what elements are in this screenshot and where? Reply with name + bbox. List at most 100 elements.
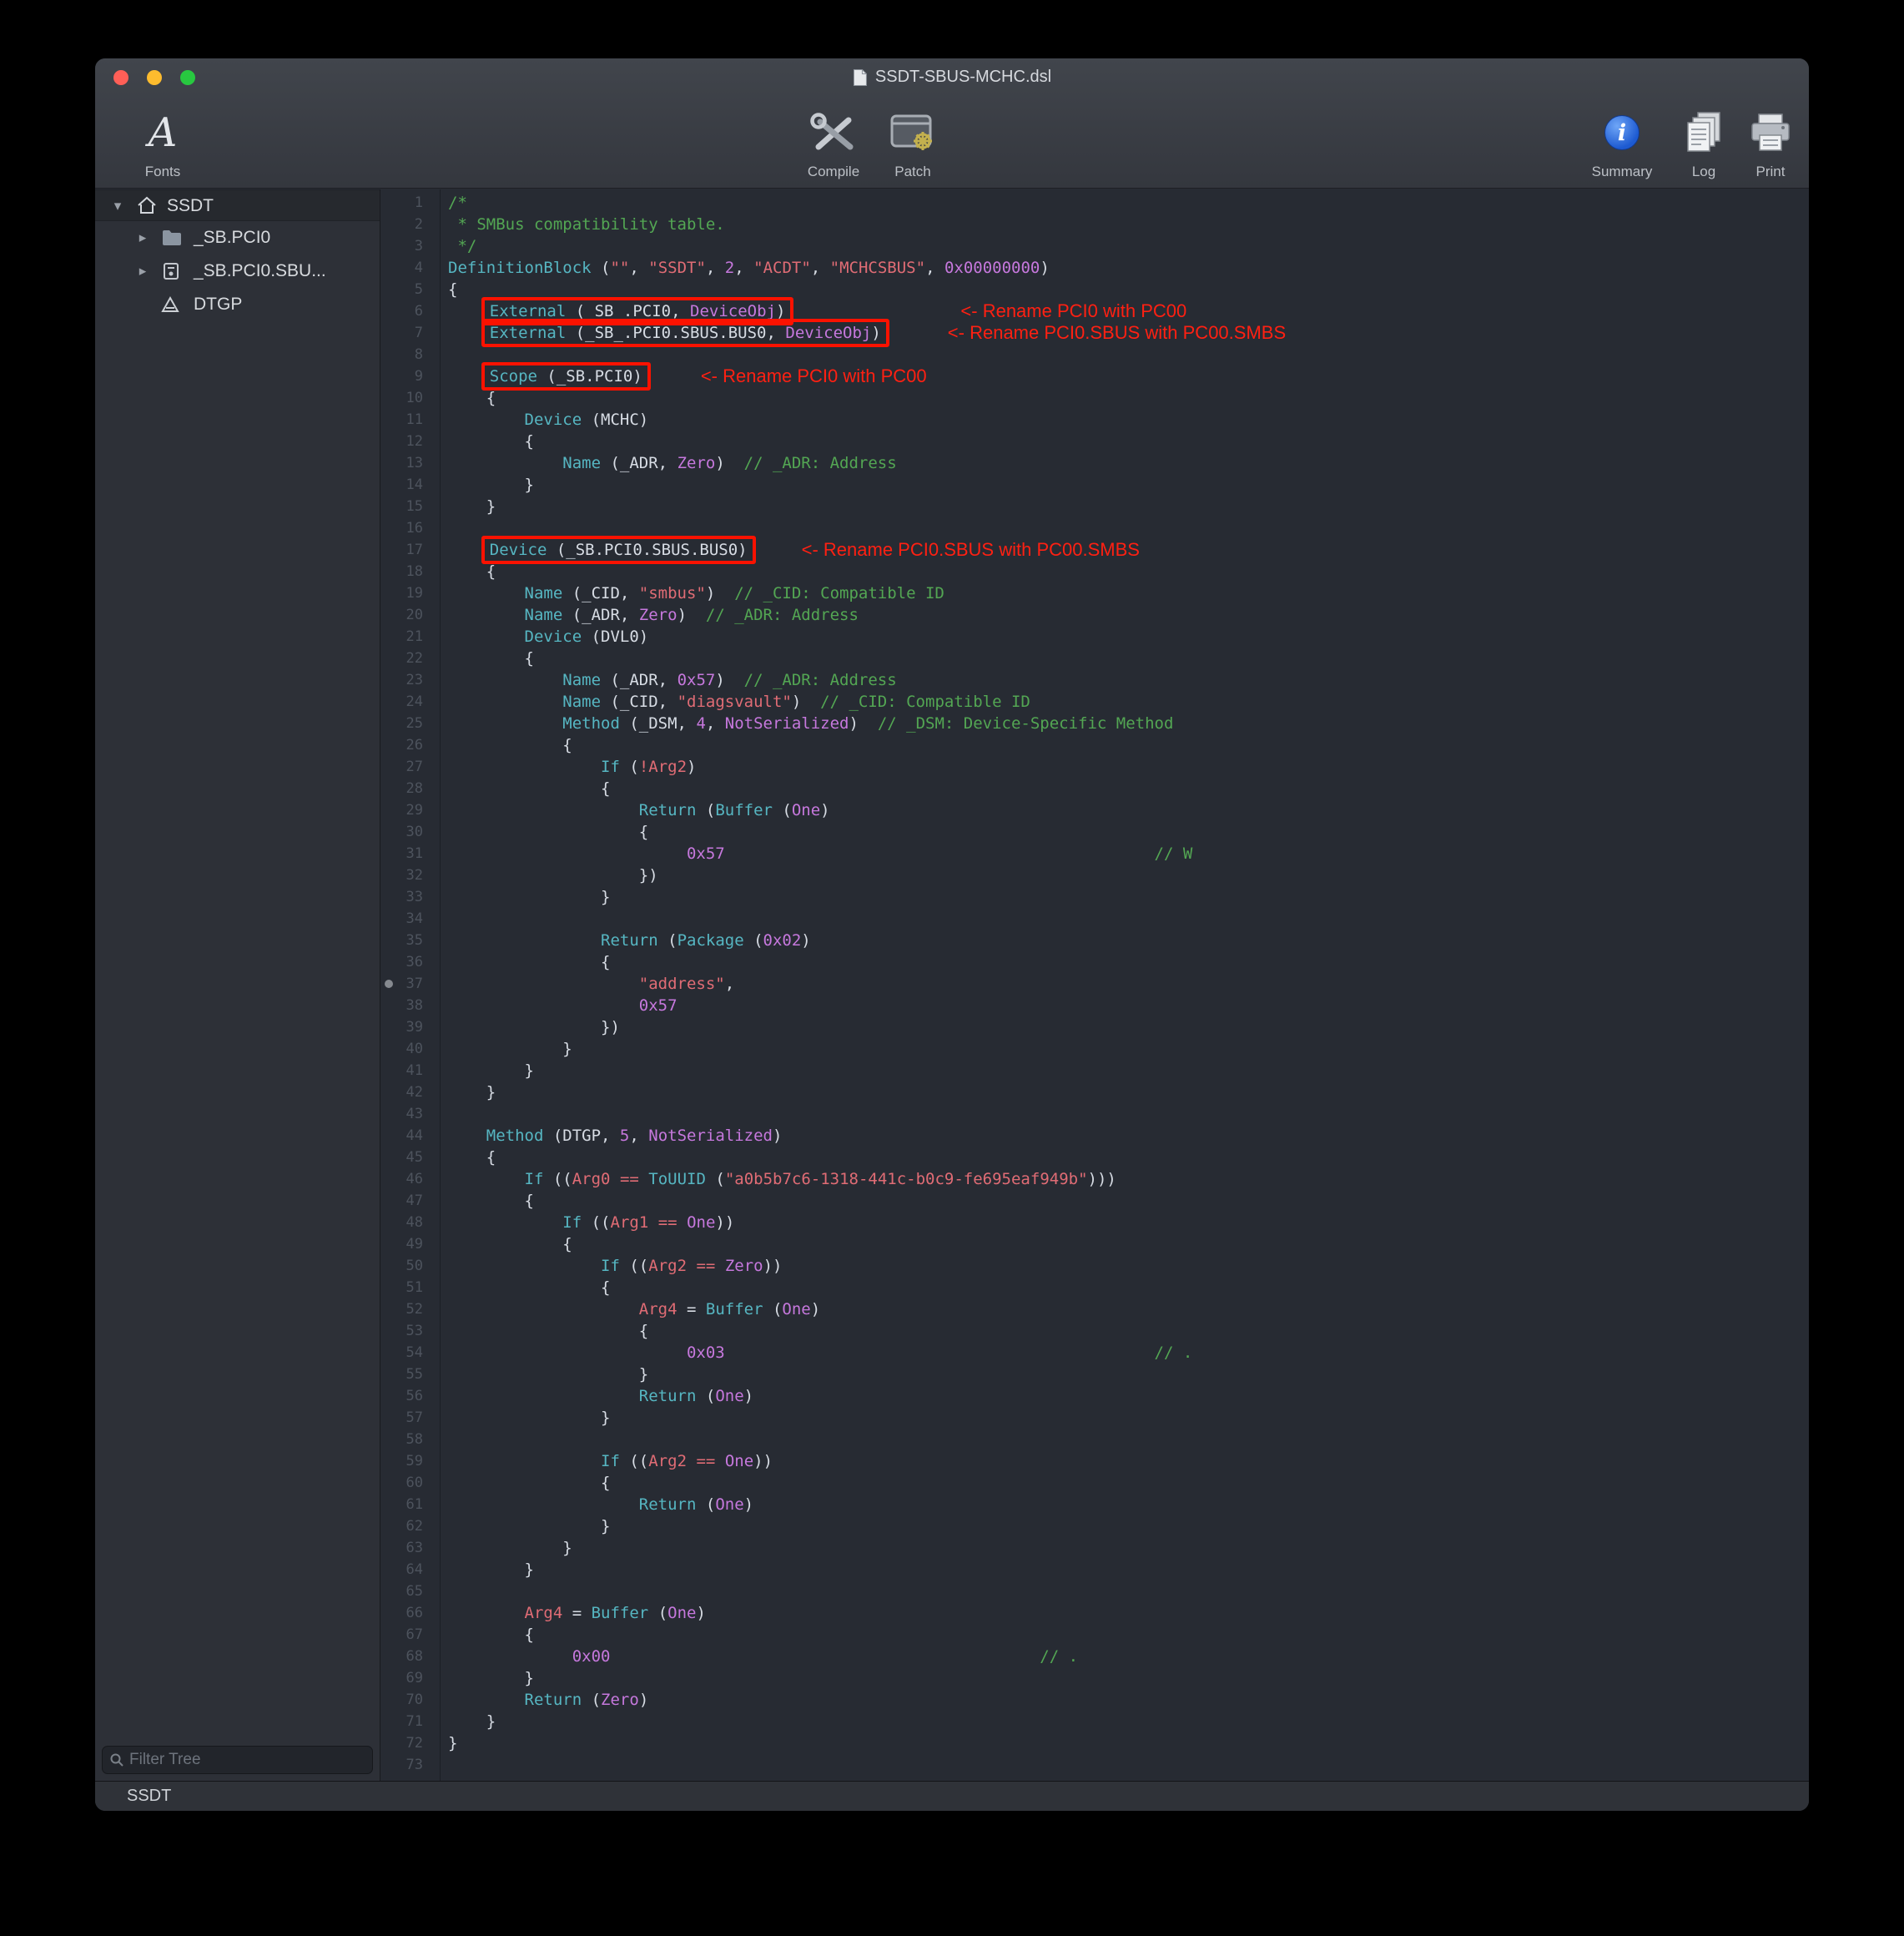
code-text: } <box>448 496 496 517</box>
code-token <box>648 1213 657 1232</box>
code-token: } <box>448 1560 534 1579</box>
code-token <box>448 758 601 776</box>
code-token: ) <box>744 1495 753 1514</box>
code-line: 42 } <box>381 1081 1809 1103</box>
code-token: Zero <box>725 1257 763 1275</box>
code-token: One <box>782 1300 810 1318</box>
disclosure-right-icon[interactable]: ▸ <box>135 221 150 255</box>
code-token <box>448 1300 639 1318</box>
sidebar-item-sb-pci0[interactable]: ▸ _SB.PCI0 <box>95 221 380 255</box>
code-token: ) <box>715 671 743 689</box>
code-token: (_SB.PCI0) <box>537 367 642 386</box>
filter-tree-field[interactable] <box>102 1746 373 1774</box>
line-number: 55 <box>381 1364 436 1385</box>
code-token: ToUUID <box>648 1170 706 1188</box>
code-token: } <box>448 1517 610 1535</box>
code-line: 59 If ((Arg2 == One)) <box>381 1450 1809 1472</box>
code-token: ( <box>706 1170 725 1188</box>
window-title: SSDT-SBUS-MCHC.dsl <box>875 68 1051 87</box>
code-editor[interactable]: 1/*2 * SMBus compatibility table.3 */4De… <box>381 189 1809 1781</box>
sidebar-item-sb-pci0-sbus[interactable]: ▸ _SB.PCI0.SBU... <box>95 255 380 288</box>
line-number: 62 <box>381 1515 436 1537</box>
print-button[interactable]: Print <box>1716 98 1809 185</box>
code-token: "MCHCSBUS" <box>830 259 925 277</box>
code-token <box>448 714 562 733</box>
code-line: 64 } <box>381 1559 1809 1581</box>
line-number: 1 <box>381 192 436 214</box>
code-token: , <box>629 1127 648 1145</box>
code-token <box>715 1452 724 1470</box>
code-token: (DTGP, <box>543 1127 620 1145</box>
code-token: DefinitionBlock <box>448 259 592 277</box>
code-token: { <box>448 779 610 798</box>
code-text: } <box>448 474 534 496</box>
filter-tree-input[interactable] <box>129 1751 365 1769</box>
sidebar-item-dtgp[interactable]: DTGP <box>95 288 380 321</box>
code-token <box>448 1213 562 1232</box>
code-token: "" <box>610 259 629 277</box>
code-token: ( <box>696 1495 715 1514</box>
code-text: } <box>448 1515 610 1537</box>
search-icon <box>109 1752 124 1767</box>
code-line: 57 } <box>381 1407 1809 1429</box>
code-token <box>639 1170 648 1188</box>
code-token <box>448 693 562 711</box>
sidebar-item-label: _SB.PCI0.SBU... <box>194 255 326 288</box>
line-number: 47 <box>381 1190 436 1212</box>
code-token: 0x03 <box>687 1344 725 1362</box>
line-number: 52 <box>381 1298 436 1320</box>
code-token <box>448 1691 525 1709</box>
code-token: { <box>448 562 496 581</box>
line-number: 57 <box>381 1407 436 1429</box>
code-line: 39 }) <box>381 1016 1809 1038</box>
code-token: ( <box>582 1691 601 1709</box>
toolbar: A Fonts Compile <box>95 97 1809 189</box>
code-token <box>448 411 525 429</box>
titlebar[interactable]: SSDT-SBUS-MCHC.dsl <box>95 58 1809 97</box>
line-number: 43 <box>381 1103 436 1125</box>
code-token: ( <box>592 259 611 277</box>
code-token <box>448 801 639 819</box>
code-token: ( <box>744 931 763 950</box>
code-token: Buffer <box>706 1300 763 1318</box>
code-token: { <box>448 953 610 971</box>
code-token: (_CID, <box>601 693 677 711</box>
patch-button[interactable]: Patch <box>859 98 967 185</box>
line-number: 39 <box>381 1016 436 1038</box>
code-text: Return (One) <box>448 1494 753 1515</box>
code-token: (( <box>620 1257 648 1275</box>
disclosure-down-icon[interactable]: ▾ <box>110 190 125 222</box>
fonts-button[interactable]: A Fonts <box>108 98 217 185</box>
code-text: "address", <box>448 973 734 995</box>
code-token: "a0b5b7c6-1318-441c-b0c9-fe695eaf949b" <box>725 1170 1088 1188</box>
code-token: } <box>448 1365 648 1384</box>
code-token: 0x57 <box>687 844 725 863</box>
line-number: 42 <box>381 1081 436 1103</box>
code-token: (( <box>620 1452 648 1470</box>
minimize-button[interactable] <box>147 70 162 85</box>
code-token: (_ADR, <box>601 454 677 472</box>
disclosure-right-icon[interactable]: ▸ <box>135 255 150 288</box>
code-text: { <box>448 778 610 799</box>
sidebar-item-ssdt-root[interactable]: ▾ SSDT <box>95 189 380 221</box>
close-button[interactable] <box>113 70 128 85</box>
zoom-button[interactable] <box>180 70 195 85</box>
rename-annotation: <- Rename PCI0.SBUS with PC00.SMBS <box>802 539 1140 560</box>
code-token <box>448 1647 572 1666</box>
line-number: 45 <box>381 1147 436 1168</box>
sidebar-item-label: _SB.PCI0 <box>194 221 270 255</box>
code-token: , <box>706 259 725 277</box>
code-token <box>448 1387 639 1405</box>
code-token: ( <box>763 1300 783 1318</box>
code-token: "diagsvault" <box>677 693 792 711</box>
code-token: Method <box>486 1127 544 1145</box>
code-token: { <box>448 1278 610 1297</box>
line-number: 50 <box>381 1255 436 1277</box>
code-line: 72} <box>381 1732 1809 1754</box>
code-token: Name <box>562 671 601 689</box>
code-text: If ((Arg2 == Zero)) <box>448 1255 782 1277</box>
code-text: } <box>448 1060 534 1081</box>
line-number: 8 <box>381 344 436 366</box>
line-number: 14 <box>381 474 436 496</box>
code-line: 40 } <box>381 1038 1809 1060</box>
